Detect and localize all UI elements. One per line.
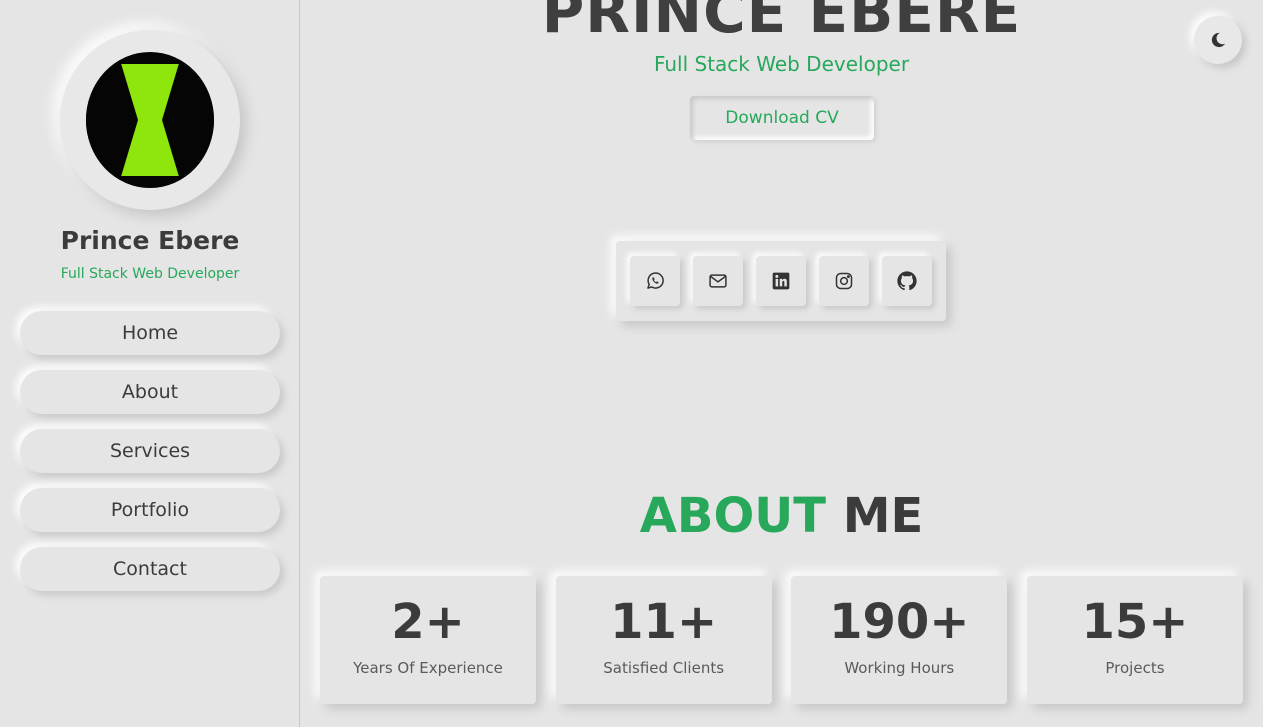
stat-value: 190+ — [829, 594, 970, 650]
github-icon — [897, 271, 917, 291]
stat-card: 190+ Working Hours — [791, 576, 1008, 704]
stat-label: Working Hours — [844, 659, 955, 677]
stat-card: 2+ Years Of Experience — [320, 576, 536, 704]
nav-item-home[interactable]: Home — [20, 311, 280, 355]
linkedin-icon — [772, 272, 790, 290]
stats-row: 2+ Years Of Experience 11+ Satisfied Cli… — [320, 576, 1243, 704]
nav-item-contact[interactable]: Contact — [20, 547, 280, 591]
github-button[interactable] — [882, 256, 932, 306]
hero-role: Full Stack Web Developer — [653, 52, 910, 76]
nav-item-about[interactable]: About — [20, 370, 280, 414]
moon-icon — [1211, 32, 1226, 48]
stat-value: 2+ — [391, 594, 465, 650]
about-title: ABOUT ME — [300, 488, 1263, 544]
whatsapp-icon — [647, 272, 664, 289]
about-title-accent: ABOUT — [639, 488, 826, 544]
instagram-icon — [835, 272, 853, 290]
hero-name: PRINCE EBERE — [541, 0, 1022, 46]
mail-button[interactable] — [693, 256, 743, 306]
nav-item-portfolio[interactable]: Portfolio — [20, 488, 280, 532]
stat-label: Years Of Experience — [353, 659, 503, 677]
stat-label: Projects — [1105, 659, 1165, 677]
whatsapp-button[interactable] — [630, 256, 680, 306]
social-links — [616, 241, 946, 321]
stat-label: Satisfied Clients — [603, 659, 725, 677]
sidebar-role: Full Stack Web Developer — [60, 266, 240, 282]
sidebar-nav: Home About Services Portfolio Contact — [20, 311, 280, 606]
main-content: PRINCE EBERE Full Stack Web Developer Do… — [300, 0, 1263, 727]
stat-card: 15+ Projects — [1026, 576, 1243, 704]
nav-item-services[interactable]: Services — [20, 429, 280, 473]
theme-toggle-button[interactable] — [1194, 16, 1242, 64]
mail-icon — [709, 274, 727, 288]
linkedin-button[interactable] — [756, 256, 806, 306]
instagram-button[interactable] — [819, 256, 869, 306]
sidebar-name: Prince Ebere — [60, 226, 240, 255]
stat-card: 11+ Satisfied Clients — [555, 576, 772, 704]
stat-value: 11+ — [610, 594, 718, 650]
omnitrix-logo-icon — [86, 52, 214, 188]
avatar — [60, 30, 240, 210]
download-cv-button[interactable]: Download CV — [690, 96, 874, 140]
about-title-rest: ME — [842, 488, 924, 544]
stat-value: 15+ — [1081, 594, 1189, 650]
sidebar: Prince Ebere Full Stack Web Developer Ho… — [0, 0, 300, 727]
